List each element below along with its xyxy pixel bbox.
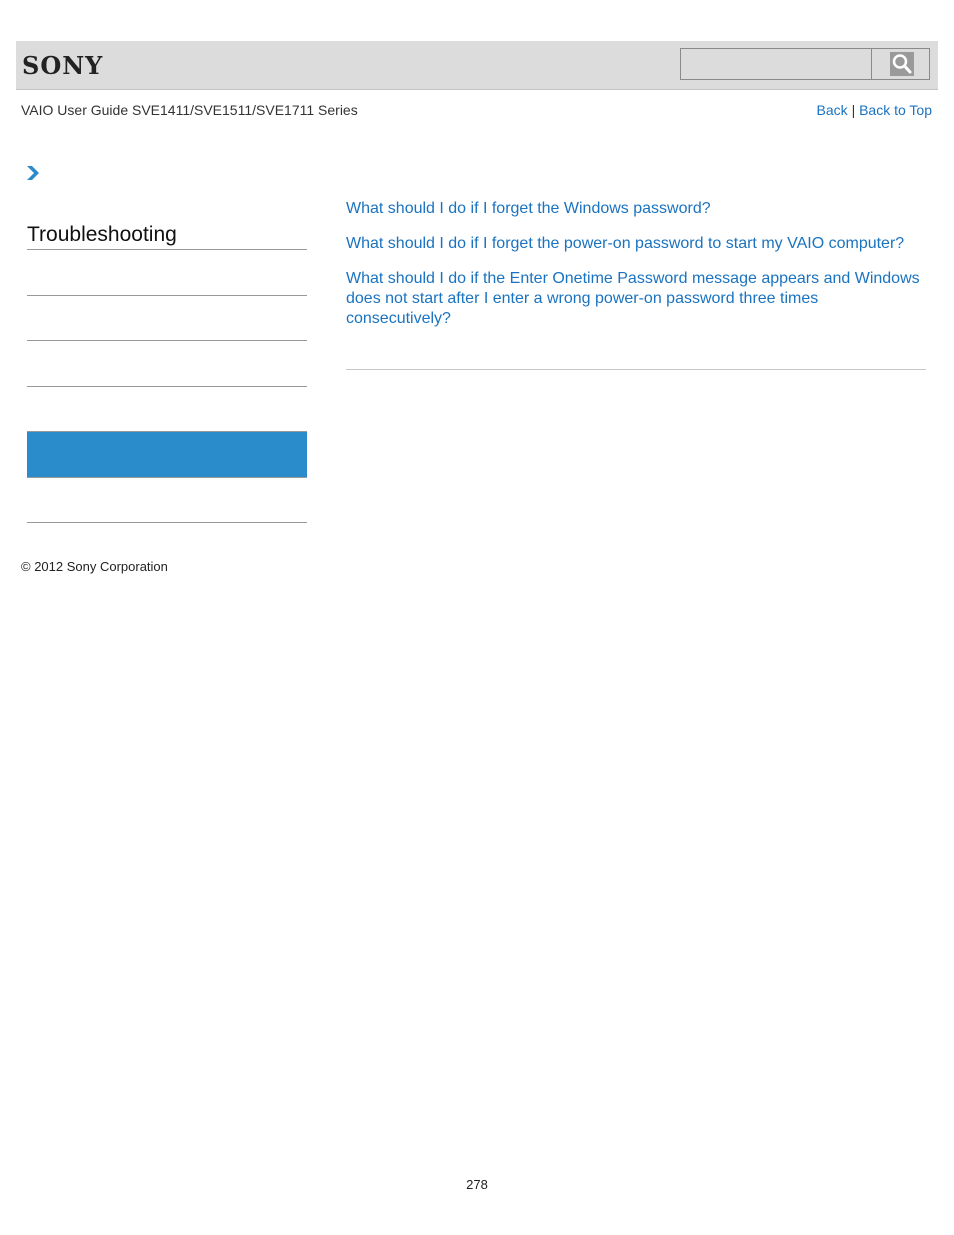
sidebar-item-2[interactable] — [27, 296, 307, 341]
topic-link-onetime-password[interactable]: What should I do if the Enter Onetime Pa… — [346, 269, 926, 329]
sidebar-item-5[interactable] — [27, 478, 307, 523]
copyright: © 2012 Sony Corporation — [21, 559, 168, 574]
sidebar-item-active[interactable] — [27, 431, 307, 478]
top-links: Back | Back to Top — [817, 102, 932, 118]
search-icon — [890, 52, 914, 76]
sidebar-item-1[interactable] — [27, 250, 307, 296]
guide-title: VAIO User Guide SVE1411/SVE1511/SVE1711 … — [21, 102, 358, 118]
link-separator: | — [851, 102, 856, 118]
content-divider — [346, 369, 926, 370]
chevron-right-icon[interactable] — [26, 165, 40, 186]
sony-logo: SONY — [22, 51, 104, 80]
search-button[interactable] — [872, 49, 929, 79]
topic-link-power-on-password[interactable]: What should I do if I forget the power-o… — [346, 234, 926, 254]
header-bar: SONY — [16, 41, 938, 90]
topic-links: What should I do if I forget the Windows… — [346, 199, 926, 344]
page-number: 278 — [466, 1177, 488, 1192]
section-title: Troubleshooting — [27, 222, 307, 250]
back-to-top-link[interactable]: Back to Top — [859, 102, 932, 118]
search-input[interactable] — [681, 49, 872, 79]
topic-link-windows-password[interactable]: What should I do if I forget the Windows… — [346, 199, 926, 219]
search-box — [680, 48, 930, 80]
sidebar-item-3[interactable] — [27, 341, 307, 387]
back-link[interactable]: Back — [817, 102, 848, 118]
